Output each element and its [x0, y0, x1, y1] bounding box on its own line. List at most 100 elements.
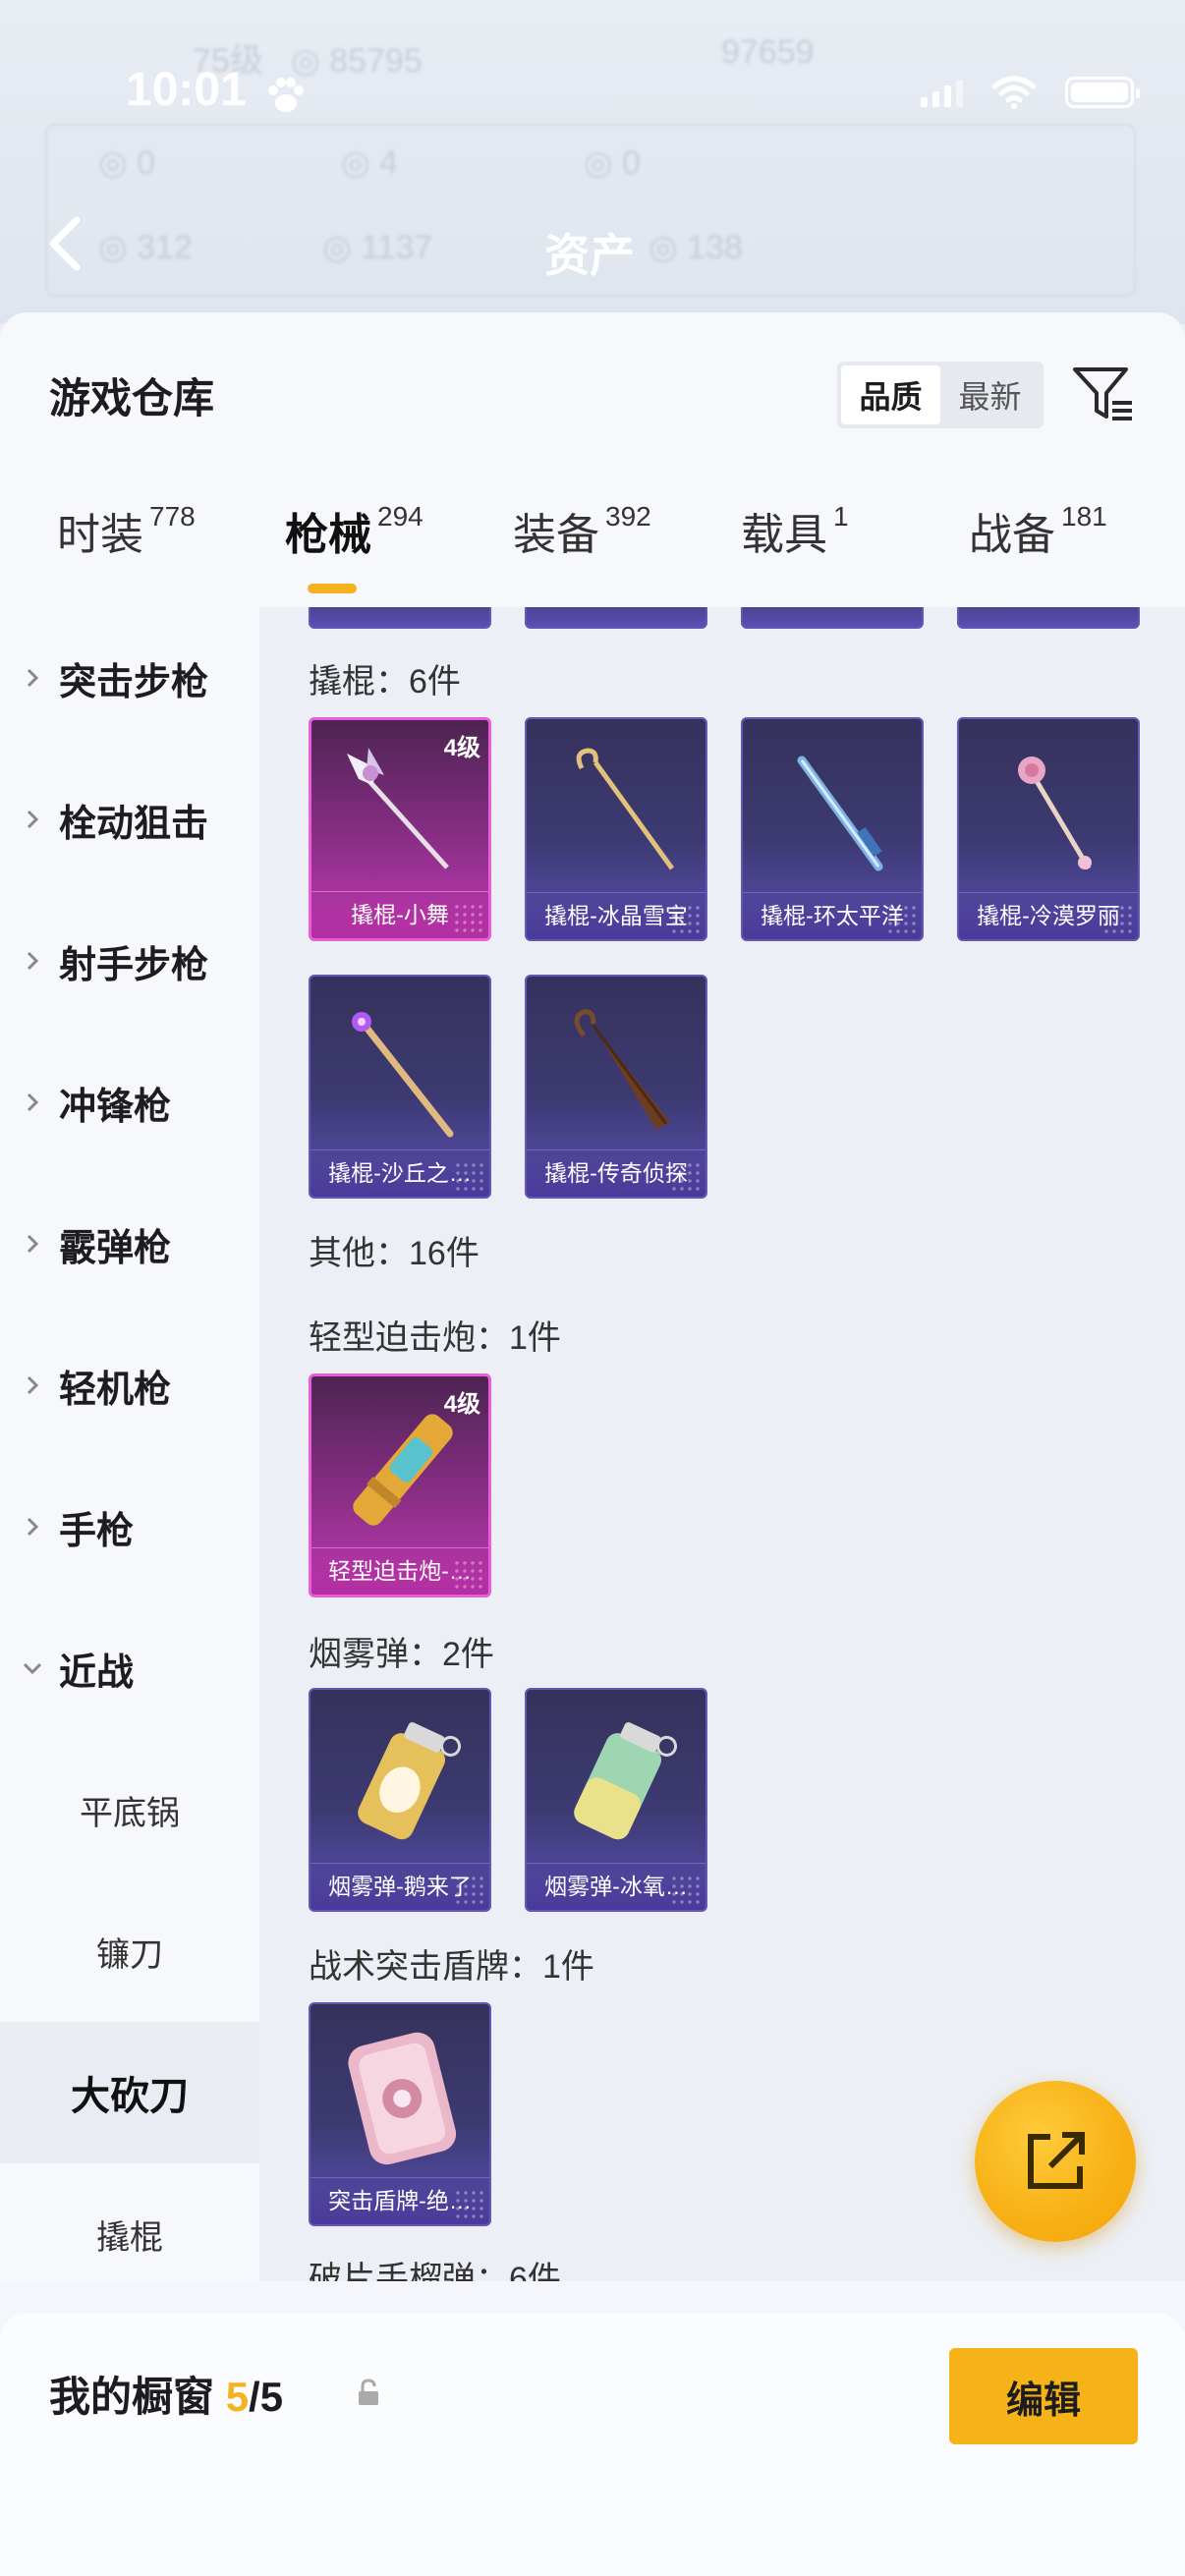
backdrop-ghost-text: 97659 [721, 33, 815, 71]
chevron-down-icon [23, 1662, 42, 1675]
sort-toggle: 品质 最新 [837, 362, 1044, 428]
chevron-right-icon [27, 668, 39, 688]
chevron-right-icon [27, 810, 39, 829]
tab-label: 时装 [57, 511, 143, 559]
card-pattern [453, 1559, 482, 1589]
tab-label: 载具 [741, 511, 827, 559]
category-bolt-sniper[interactable]: 栓动狙击 [0, 749, 259, 890]
subcategory-crowbar[interactable]: 撬棍 [0, 2163, 259, 2305]
showcase-label: 我的橱窗 5/5 [49, 2364, 283, 2424]
chevron-right-icon [27, 1092, 39, 1112]
category-lmg[interactable]: 轻机枪 [0, 1315, 259, 1456]
backdrop-ghost-text: ◎ 138 [649, 229, 743, 266]
sand-staff-icon [352, 1012, 454, 1138]
card-pattern [670, 904, 700, 933]
chevron-right-icon [27, 1234, 39, 1254]
category-label: 栓动狙击 [59, 803, 209, 845]
item-card-partial[interactable] [309, 607, 491, 629]
category-assault-rifle[interactable]: 突击步枪 [0, 607, 259, 749]
backdrop-ghost-text: ◎ 0 ◎ 4 ◎ 0 [98, 144, 641, 182]
mortar-icon [353, 1414, 453, 1526]
warehouse-sheet: 游戏仓库 品质 最新 时装 778 枪械 294 装备 392 载具 1 战备 … [0, 312, 1185, 2576]
item-card[interactable]: 突击盾牌-绝… [309, 2002, 491, 2226]
tab-equipment[interactable]: 装备 392 [513, 499, 651, 562]
subcategory-sickle[interactable]: 镰刀 [0, 1880, 259, 2022]
backdrop-ghost-text: ◎ 312 ◎ 1137 [98, 229, 433, 266]
category-pistol[interactable]: 手枪 [0, 1456, 259, 1597]
category-marksman-rifle[interactable]: 射手步枪 [0, 890, 259, 1032]
section-title-smoke: 烟雾弹：2件 [309, 1636, 494, 1673]
share-button[interactable] [975, 2081, 1136, 2242]
umbrella-icon [574, 1009, 670, 1130]
chevron-right-icon [27, 1517, 39, 1537]
gold-cane-icon [576, 748, 675, 870]
showcase-total-count: 5 [259, 2374, 284, 2420]
sort-quality-button[interactable]: 品质 [841, 365, 940, 424]
item-card-partial[interactable] [957, 607, 1140, 629]
blue-sword-icon [797, 756, 883, 871]
item-card[interactable]: 撬棍-冰晶雪宝 [525, 717, 707, 941]
showcase-current-count: 5 [225, 2374, 250, 2420]
section-title-mortar: 轻型迫击炮：1件 [309, 1319, 561, 1357]
card-pattern [670, 1875, 700, 1904]
category-label: 冲锋枪 [59, 1086, 172, 1128]
warehouse-header: 游戏仓库 品质 最新 时装 778 枪械 294 装备 392 载具 1 战备 … [0, 312, 1185, 607]
tab-count: 294 [377, 501, 423, 532]
tab-firearms[interactable]: 枪械 294 [285, 499, 423, 562]
category-shotgun[interactable]: 霰弹枪 [0, 1173, 259, 1315]
tab-vehicles[interactable]: 载具 1 [741, 499, 849, 562]
item-card[interactable]: 4级 撬棍-小舞 [309, 717, 491, 941]
card-pattern [454, 1875, 483, 1904]
item-card[interactable]: 4级 轻型迫击炮-… [309, 1373, 491, 1597]
card-pattern [453, 903, 482, 932]
showcase-separator: / [249, 2374, 260, 2420]
edit-button[interactable]: 编辑 [949, 2348, 1138, 2444]
chevron-right-icon [27, 951, 39, 971]
profile-backdrop: 75级 ◎ 85795 97659 ◎ 0 ◎ 4 ◎ 0 ◎ 312 ◎ 11… [0, 0, 1185, 324]
card-pattern [454, 2189, 483, 2218]
item-card[interactable]: 撬棍-沙丘之… [309, 975, 491, 1199]
subcategory-frying-pan[interactable]: 平底锅 [0, 1739, 259, 1880]
item-card[interactable]: 撬棍-环太平洋 [741, 717, 924, 941]
category-sidebar: 突击步枪 栓动狙击 射手步枪 冲锋枪 霰弹枪 轻机枪 手枪 近战 平底锅 镰刀 … [0, 607, 259, 2281]
tab-count: 181 [1061, 501, 1107, 532]
category-label: 射手步枪 [59, 944, 209, 986]
tab-supplies[interactable]: 战备 181 [969, 499, 1107, 562]
item-grid: 撬棍：6件 4级 撬棍-小舞 撬棍-冰晶雪宝 撬棍-环太平洋 撬棍-冷漠罗丽 撬… [259, 607, 1185, 2281]
filter-icon[interactable] [1071, 362, 1136, 426]
item-card[interactable]: 烟雾弹-冰氧… [525, 1688, 707, 1912]
smoke-can-green-icon [574, 1722, 678, 1840]
card-pattern [1102, 904, 1132, 933]
category-melee[interactable]: 近战 [0, 1597, 259, 1739]
subcategory-machete[interactable]: 大砍刀 [0, 2022, 259, 2163]
section-title-other: 其他：16件 [309, 1235, 480, 1272]
item-card[interactable]: 撬棍-冷漠罗丽 [957, 717, 1140, 941]
wifi-icon [991, 76, 1037, 109]
category-label: 霰弹枪 [59, 1227, 172, 1269]
category-smg[interactable]: 冲锋枪 [0, 1032, 259, 1173]
category-label: 手枪 [59, 1510, 135, 1552]
smoke-can-yellow-icon [358, 1722, 462, 1840]
item-card[interactable]: 烟雾弹-鹅来了 [309, 1688, 491, 1912]
chevron-right-icon [27, 1375, 39, 1395]
card-pattern [670, 1161, 700, 1191]
tab-label: 战备 [969, 511, 1055, 559]
sort-newest-button[interactable]: 最新 [940, 365, 1040, 424]
item-card-partial[interactable] [525, 607, 707, 629]
back-arrow-icon[interactable] [43, 214, 86, 273]
page-title: 资产 [544, 230, 635, 281]
external-link-icon [1028, 2132, 1085, 2189]
tab-label: 装备 [513, 511, 599, 559]
section-title-shield: 战术突击盾牌：1件 [309, 1948, 594, 1986]
tab-fashion[interactable]: 时装 778 [57, 499, 196, 562]
item-card[interactable]: 撬棍-传奇侦探 [525, 975, 707, 1199]
tab-count: 392 [605, 501, 651, 532]
lock-icon [359, 2379, 378, 2405]
category-label: 近战 [59, 1652, 135, 1694]
pink-shield-icon [348, 2032, 457, 2165]
section-title-crowbar: 撬棍：6件 [309, 663, 461, 700]
status-time: 10:01 [126, 64, 247, 116]
showcase-title: 我的橱窗 [49, 2374, 215, 2420]
item-card-partial[interactable] [741, 607, 924, 629]
showcase-bar: 我的橱窗 5/5 编辑 [0, 2313, 1185, 2576]
